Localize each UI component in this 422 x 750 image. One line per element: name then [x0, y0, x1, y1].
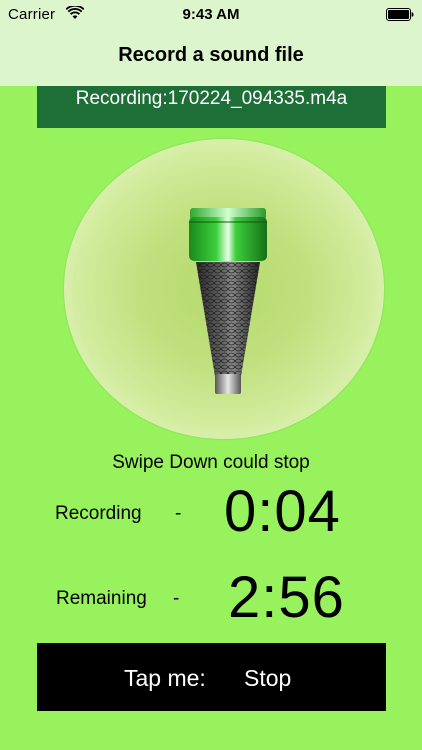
navigation-bar: Record a sound file: [0, 30, 422, 86]
recording-label: Recording: [55, 503, 142, 524]
stop-button-prefix: Tap me:: [124, 665, 206, 691]
remaining-dash: -: [173, 588, 180, 609]
remaining-label: Remaining: [56, 588, 147, 609]
recording-dash: -: [175, 503, 182, 524]
remaining-time: 2:56: [228, 565, 345, 630]
microphone-icon[interactable]: [186, 208, 270, 398]
recording-elapsed-time: 0:04: [224, 479, 341, 544]
page-title: Record a sound file: [118, 44, 304, 66]
stop-button[interactable]: Tap me: Stop: [37, 643, 386, 711]
stop-button-label: Stop: [244, 665, 292, 691]
status-bar: Carrier 9:43 AM: [0, 0, 422, 30]
swipe-hint: Swipe Down could stop: [112, 452, 310, 473]
status-time: 9:43 AM: [182, 6, 240, 23]
recording-file-banner: Recording:170224_094335.m4a: [37, 86, 386, 128]
battery-icon: [386, 8, 414, 21]
